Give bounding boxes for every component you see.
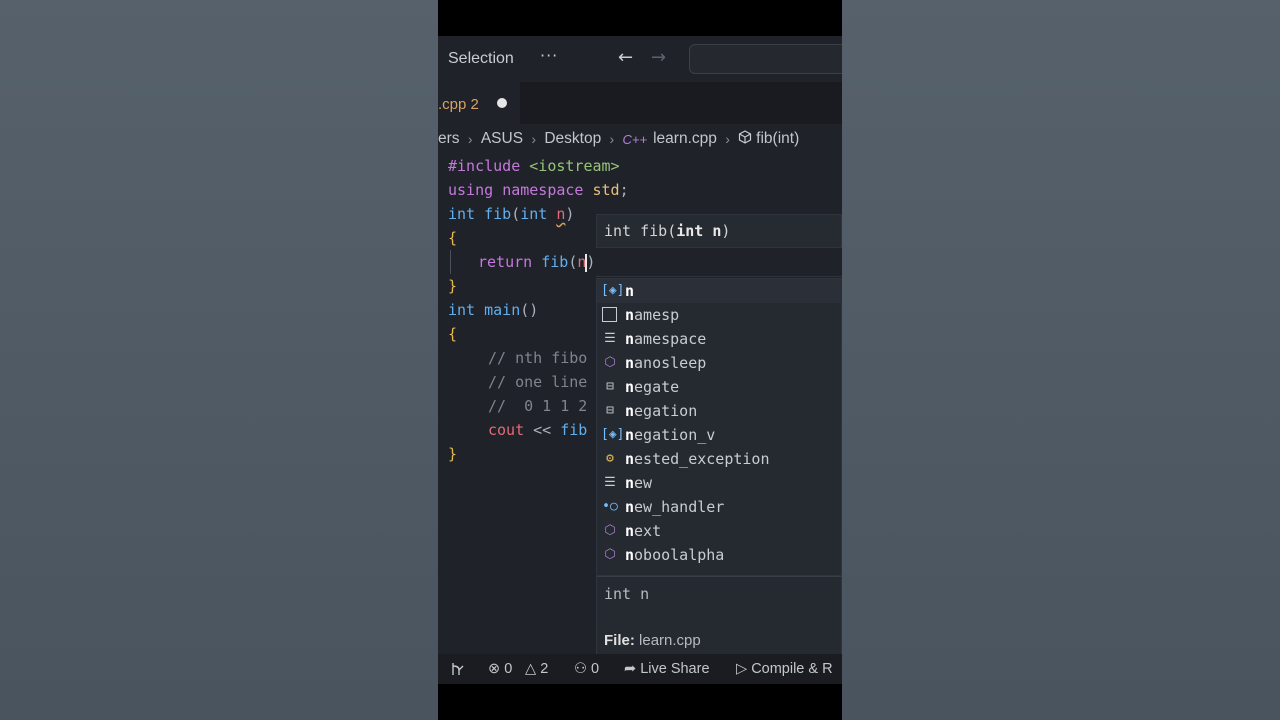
variable-icon: [◈] bbox=[601, 283, 625, 298]
code-line-9[interactable]: // nth fibo bbox=[488, 346, 587, 370]
suggestion-list[interactable]: [◈] n namesp ☰ namespace ⬡ nanosleep ⊟ n… bbox=[596, 278, 842, 576]
code-line-1[interactable]: #include <iostream> bbox=[448, 154, 620, 178]
video-frame: Selection ··· ← → .cpp 2 ers › ASUS › De… bbox=[438, 0, 842, 720]
forward-arrow-icon[interactable]: → bbox=[651, 47, 666, 68]
breadcrumb-separator-icon: › bbox=[609, 131, 615, 147]
play-icon: ▷ bbox=[736, 661, 748, 677]
code-line-12[interactable]: cout << fib bbox=[488, 418, 587, 442]
breadcrumb-function[interactable]: fib(int) bbox=[756, 130, 799, 148]
tab-label: .cpp 2 bbox=[438, 96, 479, 113]
suggestion-item[interactable]: ⬡ noboolalpha bbox=[597, 543, 842, 567]
suggestion-item[interactable]: [◈] n bbox=[597, 279, 842, 303]
suggestion-item[interactable]: ⊟ negation bbox=[597, 399, 842, 423]
parameter-hint-popup: int fib(int n) bbox=[596, 214, 842, 248]
breadcrumb-separator-icon: › bbox=[467, 131, 473, 147]
suggestion-item[interactable]: ☰ namespace bbox=[597, 327, 842, 351]
warnings-status[interactable]: △ 2 bbox=[525, 661, 548, 677]
errors-status[interactable]: ⊗ 0 bbox=[488, 661, 512, 677]
cube-icon bbox=[738, 130, 752, 148]
menu-selection[interactable]: Selection bbox=[448, 50, 514, 68]
struct-icon: ⊟ bbox=[606, 403, 614, 418]
breadcrumb-separator-icon: › bbox=[531, 131, 537, 147]
cpp-file-icon: C++ bbox=[622, 131, 648, 147]
command-center-search[interactable] bbox=[689, 44, 842, 74]
menu-more-icon[interactable]: ··· bbox=[540, 46, 558, 65]
breadcrumb-desktop[interactable]: Desktop bbox=[544, 130, 601, 148]
suggestion-item[interactable]: namesp bbox=[597, 303, 842, 327]
unsaved-dot-icon[interactable] bbox=[497, 98, 507, 108]
keyword-icon: ☰ bbox=[604, 475, 616, 490]
suggestion-details: int n File: learn.cpp bbox=[596, 576, 842, 660]
current-line-highlight bbox=[596, 276, 842, 277]
suggestion-item[interactable]: [◈] negation_v bbox=[597, 423, 842, 447]
method-icon: ⬡ bbox=[604, 523, 616, 538]
vscode-window: Selection ··· ← → .cpp 2 ers › ASUS › De… bbox=[438, 36, 842, 684]
live-share-icon: ➦ bbox=[624, 661, 637, 677]
breadcrumb-users[interactable]: ers bbox=[438, 130, 460, 148]
breadcrumb-separator-icon: › bbox=[725, 131, 730, 147]
suggestion-item[interactable]: ☰ new bbox=[597, 471, 842, 495]
warning-icon: △ bbox=[525, 661, 537, 677]
code-line-5[interactable]: return fib(n) bbox=[478, 250, 595, 274]
compile-run-button[interactable]: ▷ Compile & R bbox=[736, 661, 833, 677]
suggestion-item[interactable]: ⚙ nested_exception bbox=[597, 447, 842, 471]
suggestion-item[interactable]: ⊟ negate bbox=[597, 375, 842, 399]
status-bar: ⊗ 0 △ 2 ⚇ 0 ➦ Live Share ▷ Compile & R bbox=[438, 654, 842, 684]
video-blur-left bbox=[0, 0, 438, 720]
back-arrow-icon[interactable]: ← bbox=[618, 47, 633, 68]
live-share-button[interactable]: ➦ Live Share bbox=[624, 661, 710, 677]
breadcrumb-file[interactable]: learn.cpp bbox=[653, 130, 717, 148]
detail-file: File: learn.cpp bbox=[604, 632, 701, 649]
class-icon: ⚙ bbox=[606, 451, 614, 466]
code-line-10[interactable]: // one line bbox=[488, 370, 587, 394]
ports-status[interactable]: ⚇ 0 bbox=[574, 661, 599, 677]
suggestion-item[interactable]: •○ new_handler bbox=[597, 495, 842, 519]
method-icon: ⬡ bbox=[604, 547, 616, 562]
detail-signature: int n bbox=[604, 585, 650, 603]
keyword-icon: ☰ bbox=[604, 331, 616, 346]
struct-icon: ⊟ bbox=[606, 379, 614, 394]
code-line-4[interactable]: { bbox=[448, 226, 457, 250]
remote-icon[interactable] bbox=[450, 661, 466, 681]
code-line-3[interactable]: int fib(int n) bbox=[448, 202, 574, 226]
breadcrumb: ers › ASUS › Desktop › C++ learn.cpp › fi… bbox=[438, 130, 842, 152]
breadcrumb-asus[interactable]: ASUS bbox=[481, 130, 523, 148]
code-line-8[interactable]: { bbox=[448, 322, 457, 346]
tab-bar: .cpp 2 bbox=[438, 82, 842, 124]
title-bar: Selection ··· ← → bbox=[438, 36, 842, 82]
indent-guide bbox=[450, 250, 451, 274]
error-icon: ⊗ bbox=[488, 661, 501, 677]
suggestion-item[interactable]: ⬡ next bbox=[597, 519, 842, 543]
code-line-7[interactable]: int main() bbox=[448, 298, 538, 322]
tab-learn-cpp[interactable]: .cpp 2 bbox=[438, 82, 520, 124]
variable-icon: [◈] bbox=[601, 427, 625, 442]
interface-icon: •○ bbox=[602, 499, 618, 514]
code-line-2[interactable]: using namespace std; bbox=[448, 178, 629, 202]
code-line-11[interactable]: // 0 1 1 2 bbox=[488, 394, 587, 418]
video-blur-right bbox=[842, 0, 1280, 720]
code-line-6[interactable]: } bbox=[448, 274, 457, 298]
broadcast-icon: ⚇ bbox=[574, 661, 587, 677]
namespace-icon bbox=[602, 307, 617, 322]
suggestion-item[interactable]: ⬡ nanosleep bbox=[597, 351, 842, 375]
code-line-13[interactable]: } bbox=[448, 442, 457, 466]
method-icon: ⬡ bbox=[604, 355, 616, 370]
